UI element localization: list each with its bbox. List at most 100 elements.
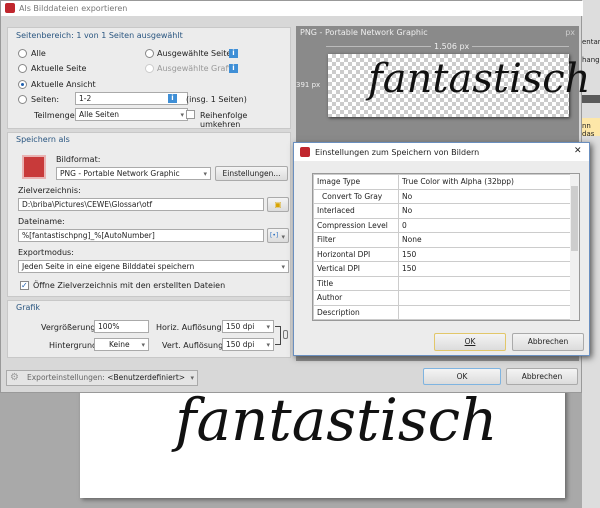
property-value[interactable] (398, 304, 579, 320)
info-icon[interactable]: i (229, 49, 238, 58)
property-row[interactable]: Compression Level 0 (313, 217, 579, 233)
settings-cancel-button[interactable]: Abbrechen (512, 333, 584, 351)
app-logo-icon (300, 147, 310, 157)
section-header: Grafik (16, 303, 41, 312)
zoom-label: Vergrößerung: (41, 323, 99, 332)
save-as-panel: Speichern als Bildformat: PNG - Portable… (7, 132, 291, 297)
property-name: Description (313, 304, 399, 320)
property-name: Author (313, 290, 399, 306)
property-row[interactable]: Title (313, 275, 579, 291)
radio-selected-graphic (145, 64, 154, 73)
preview-text: fantastisch (368, 56, 591, 102)
property-value[interactable]: No (398, 203, 579, 219)
label-pages: Seiten: (31, 95, 60, 104)
format-select[interactable]: PNG - Portable Network Graphic (56, 167, 211, 180)
pages-total: (insg. 1 Seiten) (186, 95, 247, 104)
subset-select[interactable]: Alle Seiten (75, 108, 188, 121)
open-dir-label: Öffne Zielverzeichnis mit den erstellten… (33, 281, 226, 290)
property-row[interactable]: Filter None (313, 232, 579, 248)
format-label: Bildformat: (56, 155, 101, 164)
title-bar: Als Bilddateien exportieren (1, 1, 583, 16)
property-name: Interlaced (313, 203, 399, 219)
hres-select[interactable]: 150 dpi (222, 320, 274, 333)
property-row[interactable]: Vertical DPI 150 (313, 261, 579, 277)
radio-all[interactable] (18, 49, 27, 58)
background-label: Hintergrund: (49, 341, 100, 350)
label-selected-pages: Ausgewählte Seiten (157, 49, 237, 58)
property-row[interactable]: Image Type True Color with Alpha (32bpp) (313, 174, 579, 190)
preview-image: fantastisch (328, 54, 590, 117)
property-name: Horizontal DPI (313, 246, 399, 262)
property-grid[interactable]: Image Type True Color with Alpha (32bpp) C… (312, 173, 580, 321)
ok-button[interactable]: OK (423, 368, 501, 385)
lock-icon[interactable] (283, 330, 288, 339)
hres-label: Horiz. Auflösung: (156, 323, 225, 332)
graphic-panel: Grafik Vergrößerung: 100% Hintergrund: K… (7, 300, 291, 358)
preview-title: PNG - Portable Network Graphic (300, 28, 428, 37)
property-value[interactable] (398, 275, 579, 291)
radio-pages[interactable] (18, 95, 27, 104)
property-name: Vertical DPI (313, 261, 399, 277)
radio-current-view[interactable] (18, 80, 27, 89)
close-button[interactable]: ✕ (574, 146, 582, 156)
bg-text: nn das (582, 118, 600, 138)
app-logo-icon (5, 3, 15, 13)
dialog-title: Als Bilddateien exportieren (19, 4, 128, 13)
export-mode-select[interactable]: Jeden Seite in eine eigene Bilddatei spe… (18, 260, 289, 273)
scrollbar[interactable] (570, 174, 579, 320)
browse-folder-button[interactable]: ▣ (267, 197, 289, 212)
document-text: fantastisch (175, 386, 498, 454)
dir-label: Zielverzeichnis: (18, 186, 81, 195)
property-row[interactable]: Author (313, 290, 579, 306)
preview-width: 1.506 px (431, 42, 473, 51)
zoom-spinner[interactable]: 100% (94, 320, 149, 333)
background-select[interactable]: Keine (94, 338, 149, 351)
property-value[interactable]: 0 (398, 217, 579, 233)
label-current-page: Aktuelle Seite (31, 64, 87, 73)
scrollbar-thumb[interactable] (571, 186, 578, 251)
link-bracket (275, 326, 281, 345)
macro-button[interactable]: [•] (267, 228, 289, 244)
property-row[interactable]: Description (313, 304, 579, 320)
property-name: Compression Level (313, 217, 399, 233)
reverse-label: Reihenfolge umkehren (200, 111, 248, 129)
property-value[interactable]: 150 (398, 261, 579, 277)
property-row[interactable]: Horizontal DPI 150 (313, 246, 579, 262)
cancel-button[interactable]: Abbrechen (506, 368, 578, 385)
property-name: Title (313, 275, 399, 291)
label-all: Alle (31, 49, 46, 58)
property-value[interactable]: No (398, 188, 579, 204)
preview-unit: px (565, 28, 575, 37)
image-format-icon (22, 155, 46, 179)
property-value[interactable] (398, 290, 579, 306)
radio-current-page[interactable] (18, 64, 27, 73)
page-range-panel: Seitenbereich: 1 von 1 Seiten ausgewählt… (7, 27, 291, 129)
property-value[interactable]: None (398, 232, 579, 248)
open-dir-checkbox[interactable]: ✓ (20, 281, 29, 290)
document-page: fantastisch (80, 386, 565, 498)
property-row[interactable]: Interlaced No (313, 203, 579, 219)
export-presets-select[interactable]: Exporteinstellungen: <Benutzerdefiniert> (6, 370, 198, 386)
settings-ok-button[interactable]: OK (434, 333, 506, 351)
gear-icon: ⚙ (10, 372, 19, 383)
property-value[interactable]: 150 (398, 246, 579, 262)
subset-label: Teilmenge: (34, 111, 78, 120)
directory-input[interactable]: D:\briba\Pictures\CEWE\Glossar\otf (18, 198, 264, 211)
filename-label: Dateiname: (18, 217, 65, 226)
filename-input[interactable]: %[fantastischpng]_%[AutoNumber] (18, 229, 264, 242)
section-header: Speichern als (16, 135, 70, 144)
radio-selected-pages[interactable] (145, 49, 154, 58)
section-header: Seitenbereich: 1 von 1 Seiten ausgewählt (16, 31, 183, 40)
preview-height: 391 px (296, 81, 321, 89)
bg-text: entar (582, 38, 600, 46)
property-row[interactable]: Convert To Gray No (313, 188, 579, 204)
property-value[interactable]: True Color with Alpha (32bpp) (398, 174, 579, 190)
reverse-checkbox[interactable] (186, 110, 195, 119)
info-icon[interactable]: i (229, 64, 238, 73)
child-title-bar: Einstellungen zum Speichern von Bildern … (294, 143, 589, 161)
vres-label: Vert. Auflösung: (162, 341, 226, 350)
vres-select[interactable]: 150 dpi (222, 338, 274, 351)
image-settings-dialog: Einstellungen zum Speichern von Bildern … (293, 142, 590, 356)
info-icon[interactable]: i (168, 94, 177, 103)
settings-button[interactable]: Einstellungen... (215, 166, 288, 181)
